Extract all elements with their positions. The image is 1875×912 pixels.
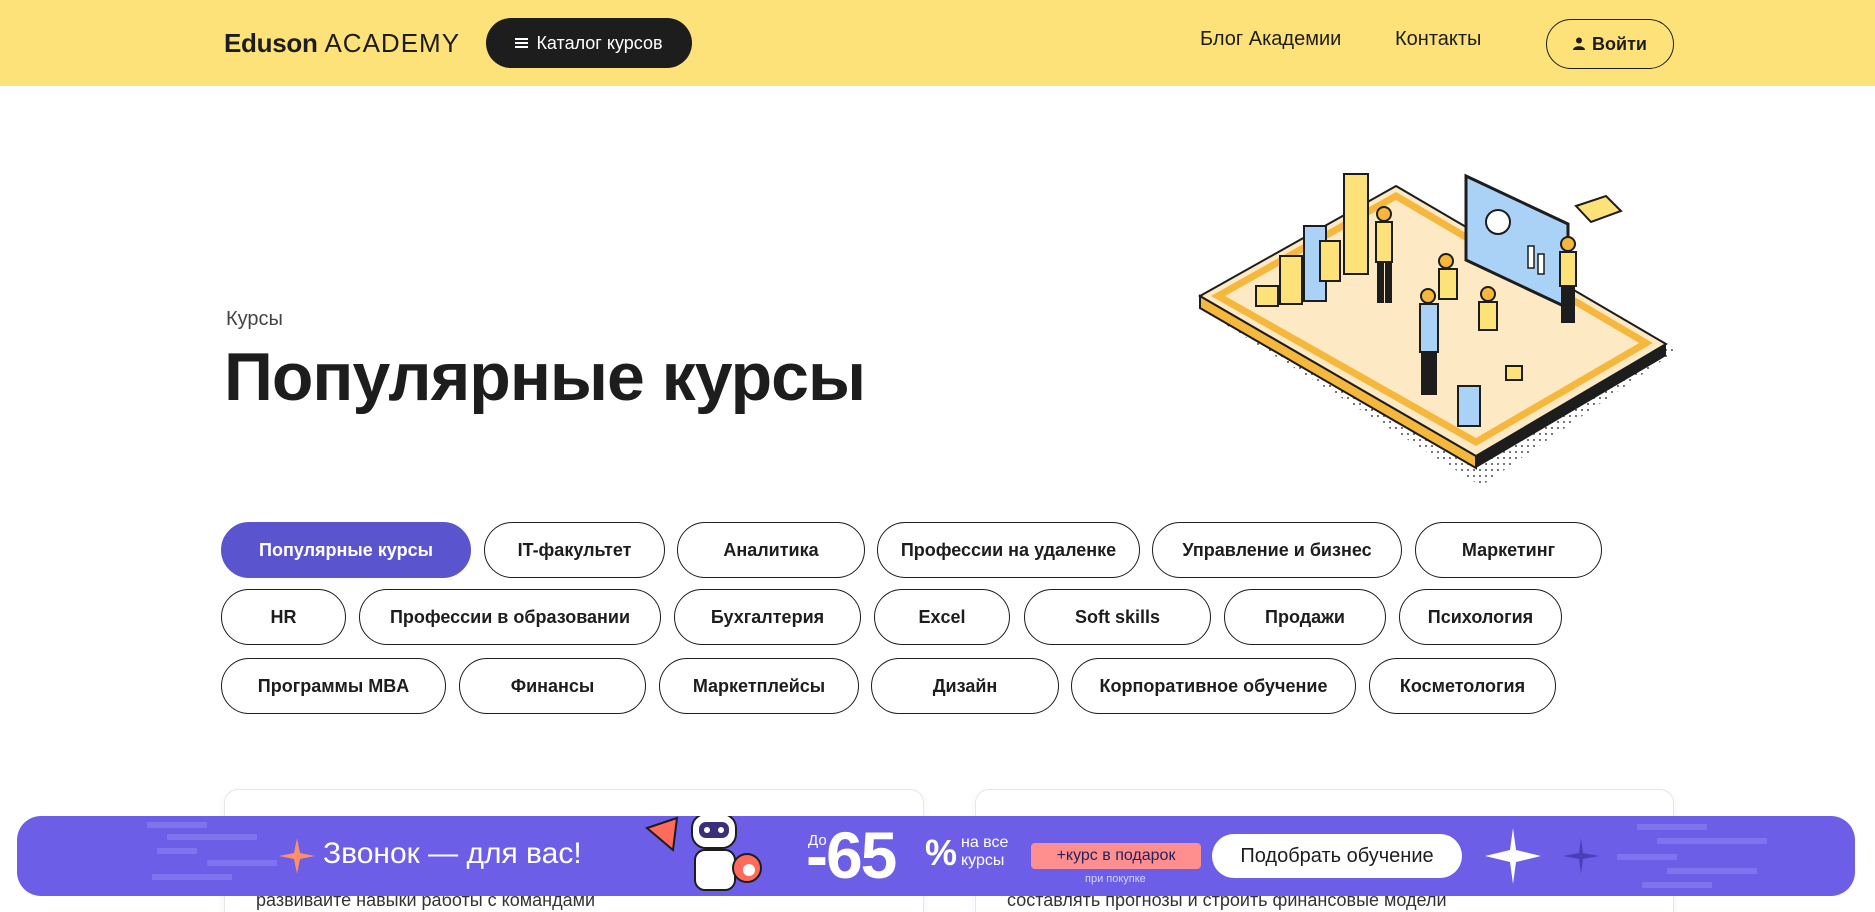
user-icon [1573,34,1586,55]
catalog-button[interactable]: Каталог курсов [486,18,692,68]
chip-marketing[interactable]: Маркетинг [1415,522,1602,578]
sparkle-icon [1563,838,1599,879]
chip-remote[interactable]: Профессии на удаленке [877,522,1140,578]
chip-popular[interactable]: Популярные курсы [221,522,471,578]
logo-suffix: ACADEMY [324,28,461,58]
chip-psychology[interactable]: Психология [1399,589,1562,645]
chip-hr[interactable]: HR [221,589,346,645]
page-title: Популярные курсы [224,339,866,415]
promo-banner[interactable]: Звонок — для вас! До -65 % на все курсы … [17,816,1855,896]
chip-accounting[interactable]: Бухгалтерия [674,589,861,645]
sparkle-icon [1485,828,1541,889]
chip-management[interactable]: Управление и бизнес [1152,522,1402,578]
promo-on-all: на все курсы [961,834,1009,869]
nav-blog-link[interactable]: Блог Академии [1200,28,1341,51]
chip-cosmetology[interactable]: Косметология [1369,658,1556,714]
login-label: Войти [1592,33,1647,54]
chip-mba[interactable]: Программы MBA [221,658,446,714]
robot-icon [637,816,787,896]
sparkle-icon [279,838,315,879]
logo[interactable]: Eduson ACADEMY [224,28,460,59]
promo-percent: % [925,832,958,873]
chip-soft-skills[interactable]: Soft skills [1024,589,1211,645]
chip-sales[interactable]: Продажи [1224,589,1386,645]
breadcrumb[interactable]: Курсы [226,308,283,331]
chip-design[interactable]: Дизайн [871,658,1059,714]
promo-title: Звонок — для вас! [323,837,582,870]
chip-corporate[interactable]: Корпоративное обучение [1071,658,1356,714]
login-button[interactable]: Войти [1546,19,1674,69]
logo-brand: Eduson [224,28,318,58]
promo-gift-note: при покупке [1085,873,1146,885]
chip-excel[interactable]: Excel [874,589,1010,645]
site-header: Eduson ACADEMY Каталог курсов Блог Акаде… [0,0,1875,86]
nav-contacts-link[interactable]: Контакты [1395,28,1481,51]
chip-education[interactable]: Профессии в образовании [359,589,661,645]
promo-cta-button[interactable]: Подобрать обучение [1212,834,1462,878]
hero-illustration [1196,156,1676,486]
promo-discount: -65 [806,818,897,892]
chip-analytics[interactable]: Аналитика [677,522,865,578]
chip-marketplaces[interactable]: Маркетплейсы [659,658,859,714]
chip-it[interactable]: IT-факультет [484,522,665,578]
catalog-label: Каталог курсов [536,32,663,53]
chip-finance[interactable]: Финансы [459,658,646,714]
menu-icon [515,33,529,54]
promo-gift-badge: +курс в подарок [1031,843,1201,869]
